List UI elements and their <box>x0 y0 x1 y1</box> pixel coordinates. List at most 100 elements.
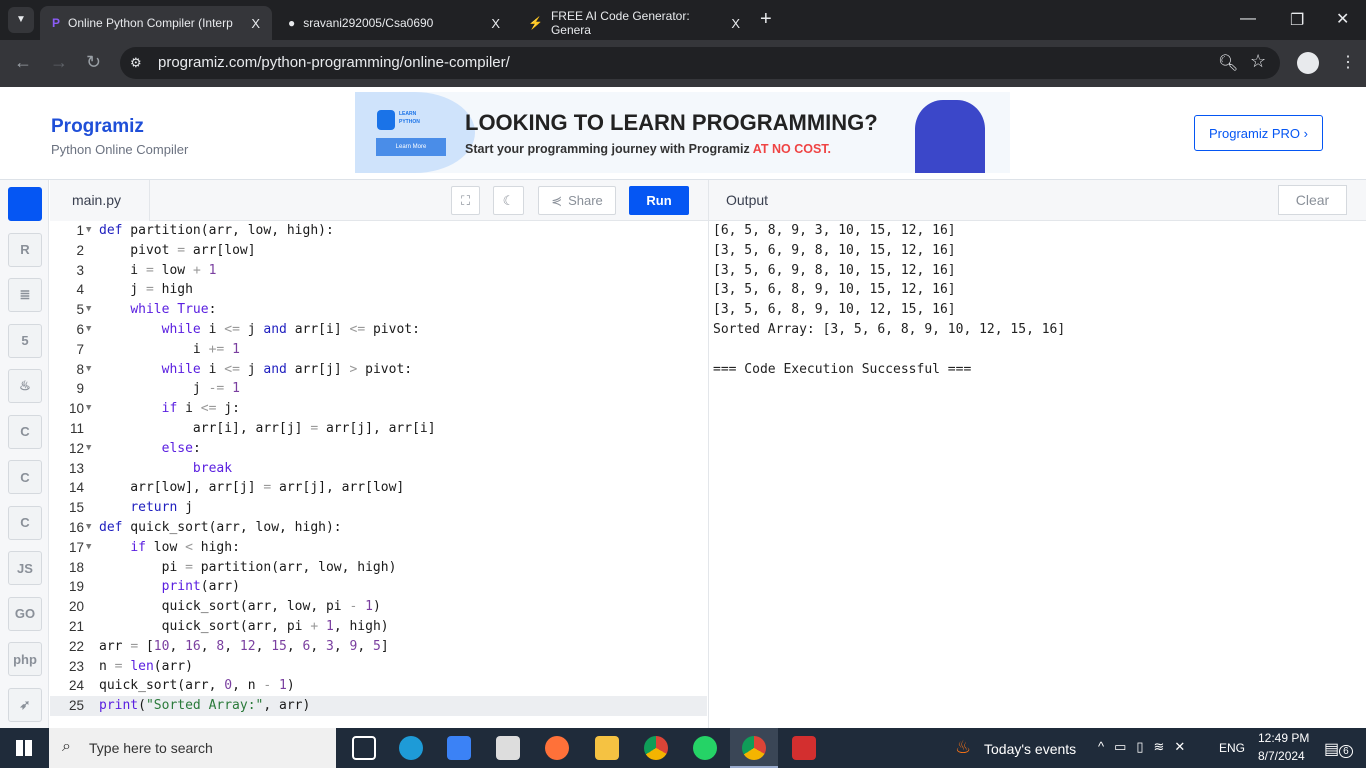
fold-arrow-icon[interactable]: ▼ <box>86 221 91 241</box>
close-window-button[interactable]: ✕ <box>1336 9 1349 29</box>
chrome-active-task[interactable] <box>730 728 778 768</box>
task-view-icon[interactable] <box>352 736 376 760</box>
output-line: [3, 5, 6, 8, 9, 10, 15, 12, 16] <box>713 282 956 298</box>
programiz-logo[interactable]: Programiz <box>51 116 144 138</box>
whatsapp-icon[interactable] <box>693 736 717 760</box>
code-line[interactable]: 17 ▼ if low < high: <box>50 538 707 558</box>
close-tab-icon[interactable]: X <box>251 16 260 31</box>
code-line[interactable]: 19 print(arr) <box>50 577 707 597</box>
code-text: arr[low], arr[j] = arr[j], arr[low] <box>99 480 405 496</box>
code-line[interactable]: 16 ▼ def quick_sort(arr, low, high): <box>50 518 707 538</box>
code-line[interactable]: 9 j -= 1 <box>50 379 707 399</box>
code-editor[interactable]: 1 ▼ def partition(arr, low, high): 2 pivot … <box>50 221 707 728</box>
code-line[interactable]: 25 print("Sorted Array:", arr) <box>50 696 707 716</box>
browser-tab-programiz[interactable]: P Online Python Compiler (Interp X <box>40 6 272 40</box>
acrobat-icon[interactable] <box>792 736 816 760</box>
c-icon: C <box>20 424 30 439</box>
sidebar-item-c[interactable]: C <box>8 414 42 449</box>
menu-icon[interactable]: ⋮ <box>1340 52 1356 72</box>
code-line[interactable]: 8 ▼ while i <= j and arr[j] > pivot: <box>50 360 707 380</box>
profile-icon[interactable] <box>1297 52 1319 74</box>
restore-button[interactable]: ❐ <box>1290 10 1304 30</box>
file-tab-main[interactable]: main.py <box>50 180 150 221</box>
browser-tab-github[interactable]: ● sravani292005/Csa0690 X <box>276 6 512 40</box>
fold-arrow-icon[interactable]: ▼ <box>86 518 91 538</box>
code-line[interactable]: 11 arr[i], arr[j] = arr[j], arr[i] <box>50 419 707 439</box>
close-tab-icon[interactable]: X <box>731 16 740 31</box>
forward-icon[interactable]: → <box>50 52 68 73</box>
store-icon[interactable] <box>447 736 471 760</box>
sidebar-item-sql[interactable]: ≣ <box>8 278 42 312</box>
url-input[interactable]: programiz.com/python-programming/online-… <box>120 47 1280 79</box>
reload-icon[interactable]: ↻ <box>86 52 101 73</box>
sidebar-item-python[interactable] <box>8 187 42 221</box>
zoom-icon[interactable]: 🔍︎ <box>1218 53 1238 73</box>
code-line[interactable]: 12 ▼ else: <box>50 439 707 459</box>
code-line[interactable]: 7 i += 1 <box>50 340 707 360</box>
sidebar-item-html5[interactable]: 5 <box>8 323 42 358</box>
sidebar-item-java[interactable]: ♨ <box>8 369 42 403</box>
windows-start-icon[interactable] <box>16 740 32 756</box>
code-line[interactable]: 3 i = low + 1 <box>50 261 707 281</box>
edge-icon[interactable] <box>399 736 423 760</box>
sidebar-item-swift[interactable]: ➶ <box>8 687 42 722</box>
site-info-icon[interactable]: ⚙ <box>130 55 142 71</box>
file-explorer-icon[interactable] <box>595 736 619 760</box>
code-line[interactable]: 24 quick_sort(arr, 0, n - 1) <box>50 676 707 696</box>
fold-arrow-icon[interactable]: ▼ <box>86 439 91 459</box>
notification-icon[interactable]: ▤ 6 <box>1324 739 1353 759</box>
programiz-pro-button[interactable]: Programiz PRO › <box>1194 115 1323 151</box>
code-line[interactable]: 10 ▼ if i <= j: <box>50 399 707 419</box>
sidebar-item-js[interactable]: JS <box>8 551 42 585</box>
todays-events[interactable]: Today's events <box>984 741 1076 757</box>
back-icon[interactable]: ← <box>14 52 32 73</box>
browser-tab-ai-code[interactable]: ⚡ FREE AI Code Generator: Genera X <box>516 6 752 40</box>
new-tab-button[interactable]: + <box>760 8 772 31</box>
sidebar-item-go[interactable]: GO <box>8 596 42 631</box>
line-number: 22 <box>68 638 84 654</box>
taskbar-search[interactable]: Type here to search <box>49 728 336 768</box>
firefox-icon[interactable] <box>545 736 569 760</box>
sidebar-item-csharp[interactable]: C <box>8 505 42 540</box>
code-line[interactable]: 2 pivot = arr[low] <box>50 241 707 261</box>
ad-learn-more-button[interactable]: Learn More <box>376 138 446 156</box>
sidebar-item-r[interactable]: R <box>8 232 42 267</box>
language-indicator[interactable]: ENG <box>1219 741 1245 755</box>
dark-mode-button[interactable]: ☾ <box>493 186 524 215</box>
fold-arrow-icon[interactable]: ▼ <box>86 360 91 380</box>
code-line[interactable]: 23 n = len(arr) <box>50 657 707 677</box>
code-line[interactable]: 5 ▼ while True: <box>50 300 707 320</box>
clear-button[interactable]: Clear <box>1278 185 1347 215</box>
line-number: 21 <box>68 619 84 634</box>
code-line[interactable]: 13 break <box>50 459 707 479</box>
tab-search-button[interactable]: ▼ <box>8 7 34 33</box>
ad-banner[interactable]: LEARN PYTHON Learn More LOOKING TO LEARN… <box>355 92 1010 173</box>
chrome-icon[interactable] <box>644 736 668 760</box>
fold-arrow-icon[interactable]: ▼ <box>86 320 91 340</box>
clock-time[interactable]: 12:49 PM <box>1258 731 1309 745</box>
bookmark-star-icon[interactable]: ☆ <box>1250 51 1266 72</box>
fold-arrow-icon[interactable]: ▼ <box>86 538 91 558</box>
close-tab-icon[interactable]: X <box>491 16 500 31</box>
code-line[interactable]: 4 j = high <box>50 280 707 300</box>
code-line[interactable]: 18 pi = partition(arr, low, high) <box>50 558 707 578</box>
code-line[interactable]: 1 ▼ def partition(arr, low, high): <box>50 221 707 241</box>
code-line[interactable]: 6 ▼ while i <= j and arr[i] <= pivot: <box>50 320 707 340</box>
code-line[interactable]: 21 quick_sort(arr, pi + 1, high) <box>50 617 707 637</box>
system-tray-icons[interactable]: ^▭▯≋✕ <box>1098 739 1195 755</box>
run-button[interactable]: Run <box>629 186 689 215</box>
sidebar-item-php[interactable]: php <box>8 642 42 676</box>
code-line[interactable]: 20 quick_sort(arr, low, pi - 1) <box>50 597 707 617</box>
code-line[interactable]: 14 arr[low], arr[j] = arr[j], arr[low] <box>50 478 707 498</box>
fold-arrow-icon[interactable]: ▼ <box>86 300 91 320</box>
minimize-button[interactable]: — <box>1240 10 1256 28</box>
clock-date[interactable]: 8/7/2024 <box>1258 749 1305 763</box>
code-line[interactable]: 15 return j <box>50 498 707 518</box>
fullscreen-button[interactable]: ⛶ <box>451 186 480 215</box>
code-text: arr = [10, 16, 8, 12, 15, 6, 3, 9, 5] <box>99 638 389 654</box>
mail-icon[interactable] <box>496 736 520 760</box>
fold-arrow-icon[interactable]: ▼ <box>86 399 91 419</box>
sidebar-item-cpp[interactable]: C <box>8 460 42 494</box>
share-button[interactable]: ⋞ Share <box>538 186 616 215</box>
code-line[interactable]: 22 arr = [10, 16, 8, 12, 15, 6, 3, 9, 5] <box>50 637 707 657</box>
